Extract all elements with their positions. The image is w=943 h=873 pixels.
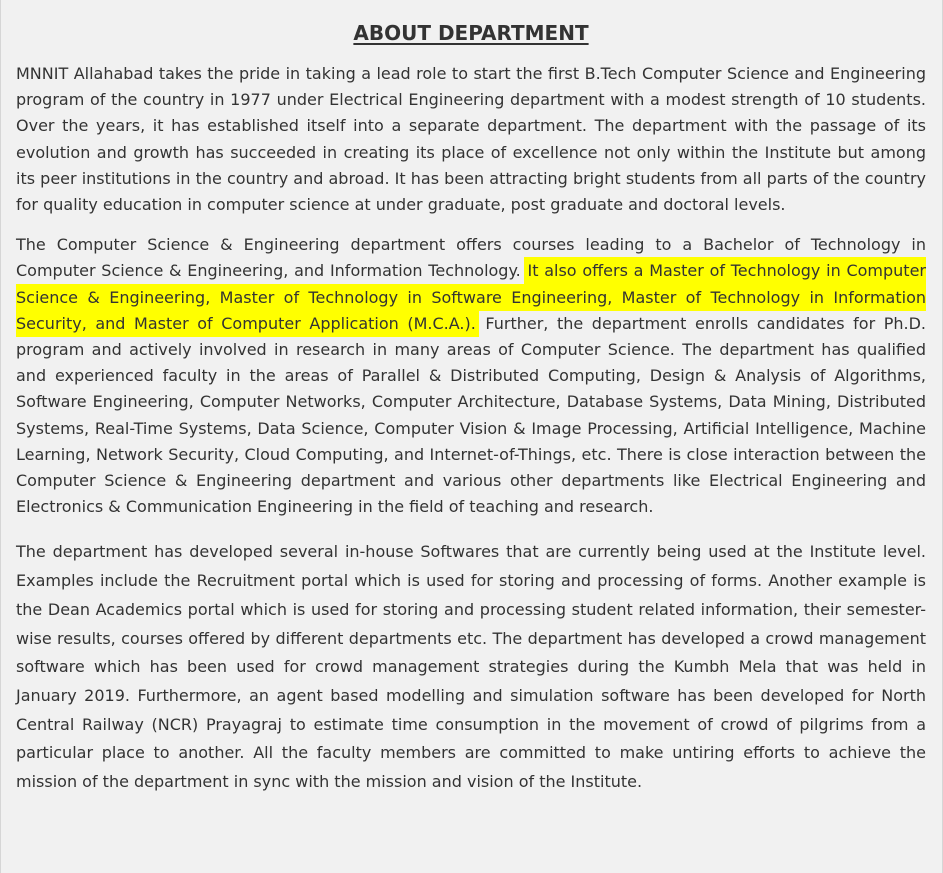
about-department-section: ABOUT DEPARTMENT MNNIT Allahabad takes t… (0, 0, 943, 873)
paragraph-software: The department has developed several in-… (16, 542, 926, 792)
paragraph-history: MNNIT Allahabad takes the pride in takin… (16, 64, 926, 215)
courses-text-research: Further, the department enrolls candidat… (16, 313, 927, 517)
paragraph-courses: The Computer Science & Engineering depar… (16, 232, 926, 520)
page-title: ABOUT DEPARTMENT (353, 21, 589, 45)
